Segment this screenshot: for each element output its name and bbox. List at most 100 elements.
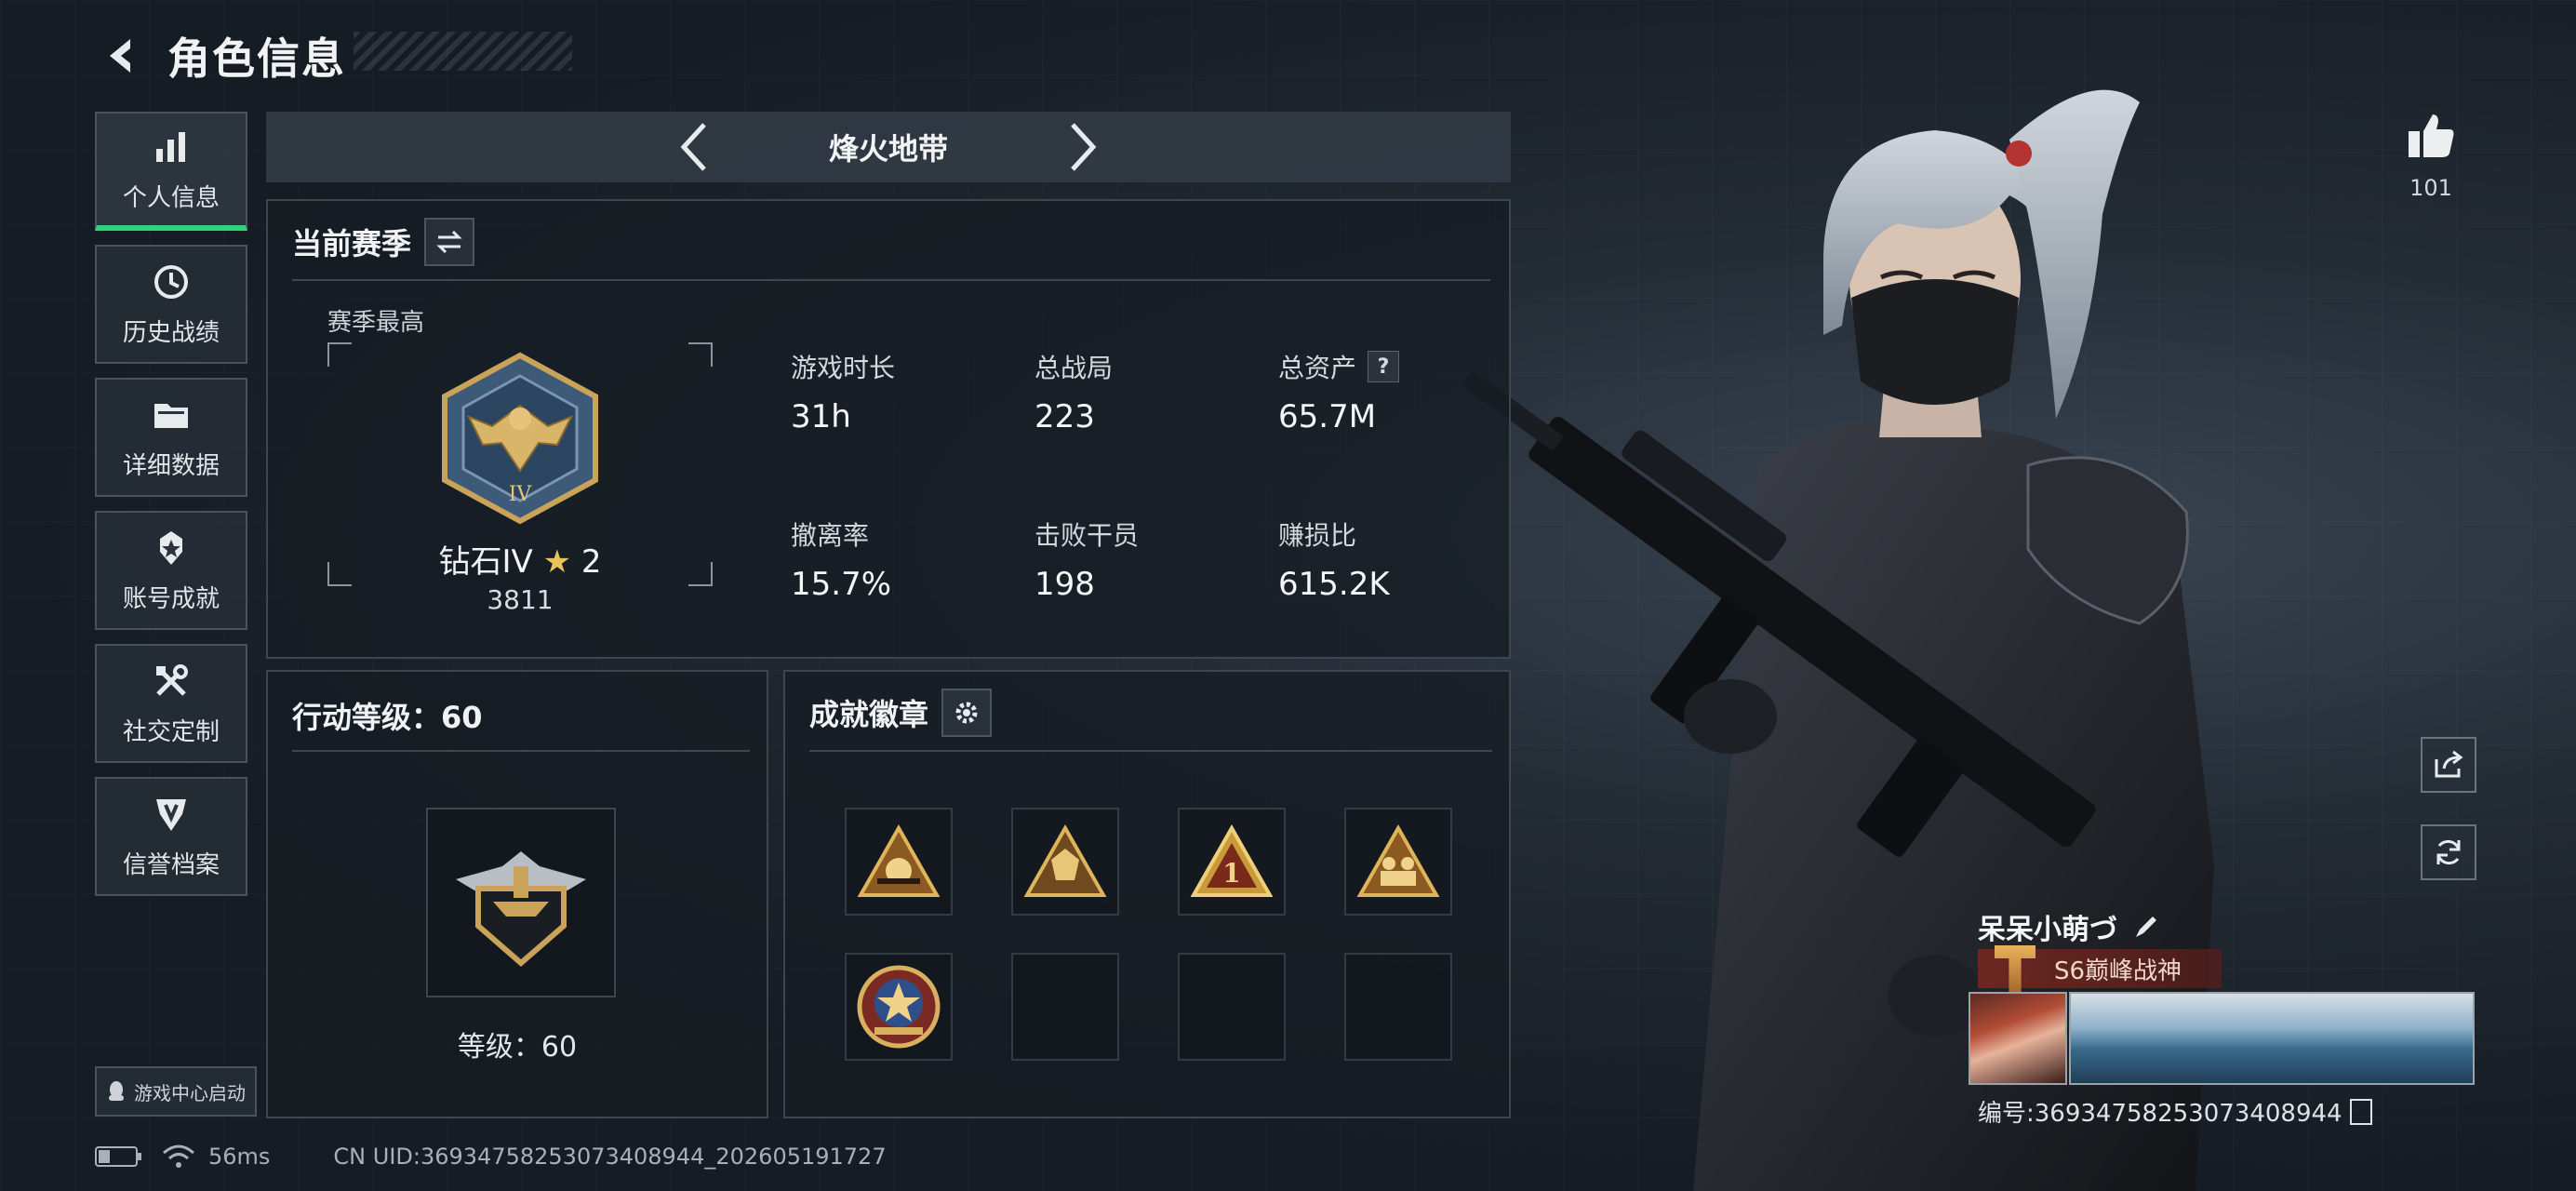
stat-label: 击败干员 <box>1034 520 1140 551</box>
avatar[interactable] <box>1969 992 2067 1085</box>
share-button[interactable] <box>2421 737 2476 793</box>
achievement-header-label: 成就徽章 <box>809 697 929 732</box>
triangle-badge-emblem-icon <box>1023 823 1107 897</box>
namecard-banner[interactable] <box>2069 992 2475 1085</box>
stat-extraction-rate: 撤离率 15.7% <box>791 515 1014 603</box>
bar-chart-icon <box>156 131 185 162</box>
player-title: S6巅峰战神 <box>2054 957 2182 985</box>
action-level-header: 行动等级：60 <box>292 700 483 735</box>
season-peak-label: 赛季最高 <box>327 309 425 337</box>
stat-value: 31h <box>791 398 851 435</box>
stat-label-row: 总资产 ? <box>1278 348 1502 385</box>
chevron-right-icon <box>1071 123 1097 171</box>
copy-icon[interactable] <box>2349 1098 2372 1125</box>
stat-value: 65.7M <box>1278 398 1377 435</box>
badge-slot-empty[interactable] <box>1344 953 1452 1061</box>
uid-text: CN UID:36934758253073408944_202605191727 <box>333 1144 887 1170</box>
player-id-row: 编号:36934758253073408944 <box>1978 1094 2372 1129</box>
prev-mode-button[interactable] <box>669 121 721 173</box>
swap-icon <box>436 230 462 254</box>
action-level-panel: 行动等级：60 等级：60 <box>266 670 768 1118</box>
stat-label: 赚损比 <box>1278 520 1357 551</box>
battery-icon <box>95 1146 141 1167</box>
badge-slot[interactable] <box>845 953 953 1061</box>
sidebar-item-personal-info[interactable]: 个人信息 <box>95 112 247 231</box>
triangle-badge-squad-icon <box>1356 823 1440 897</box>
badge-slot[interactable] <box>1011 808 1119 916</box>
sidebar-item-label: 信誉档案 <box>122 850 220 879</box>
stat-value: 198 <box>1034 566 1095 603</box>
badge-slot[interactable] <box>845 808 953 916</box>
rank-numeral: IV <box>509 483 533 506</box>
rank-stars: 2 <box>581 543 602 581</box>
badge-slot[interactable] <box>1344 808 1452 916</box>
triangle-badge-number-one-icon: 1 <box>1190 823 1274 897</box>
thumbs-up-icon <box>2409 114 2454 157</box>
help-button[interactable]: ? <box>1368 351 1400 382</box>
sidebar-item-label: 历史战绩 <box>122 318 220 347</box>
game-center-label: 游戏中心启动 <box>134 1081 246 1104</box>
header: 角色信息 <box>93 20 346 91</box>
season-panel: 当前赛季 赛季最高 IV 钻石IV ★ 2 3811 游戏时长 31h 总战局 … <box>266 199 1511 659</box>
rank-name: 钻石IV ★ 2 <box>327 536 713 582</box>
shield-icon <box>156 798 186 831</box>
rank-score: 3811 <box>487 584 554 615</box>
stat-total-matches: 总战局 223 <box>1034 348 1258 435</box>
folder-icon <box>154 403 188 428</box>
sidebar-item-label: 详细数据 <box>122 451 220 480</box>
sidebar-item-history[interactable]: 历史战绩 <box>95 245 247 364</box>
gear-icon <box>955 702 978 724</box>
mode-selector: 烽火地带 <box>266 112 1511 182</box>
badge-slot-empty[interactable] <box>1011 953 1119 1061</box>
sidebar-item-label: 个人信息 <box>122 183 220 212</box>
sidebar-item-credit[interactable]: 信誉档案 <box>95 777 247 896</box>
stat-value: 223 <box>1034 398 1095 435</box>
sidebar-item-label: 社交定制 <box>122 717 220 746</box>
sidebar: 个人信息 历史战绩 详细数据 账号成就 社交定制 信誉档案 <box>95 112 247 910</box>
refresh-icon <box>2436 839 2461 865</box>
badge-settings-button[interactable] <box>941 689 993 737</box>
stat-label: 总资产 <box>1278 353 1357 383</box>
refresh-button[interactable] <box>2421 824 2476 880</box>
stat-value: 15.7% <box>791 566 892 603</box>
edit-pencil-icon[interactable] <box>2132 913 2160 941</box>
sidebar-item-social[interactable]: 社交定制 <box>95 644 247 763</box>
stat-operators-defeated: 击败干员 198 <box>1034 515 1258 603</box>
badge-slot[interactable]: 1 <box>1178 808 1286 916</box>
level-caption: 等级：60 <box>457 1031 578 1064</box>
achievement-panel: 成就徽章 1 <box>783 670 1511 1118</box>
player-name: 呆呆小萌づ <box>1978 914 2117 946</box>
switch-season-button[interactable] <box>424 218 475 266</box>
divider <box>292 279 1490 281</box>
like-count: 101 <box>2409 175 2452 201</box>
achievement-header: 成就徽章 <box>809 689 993 737</box>
share-icon <box>2435 750 2463 778</box>
like-button[interactable] <box>2398 102 2463 167</box>
sidebar-item-detailed-data[interactable]: 详细数据 <box>95 378 247 497</box>
season-header: 当前赛季 <box>292 218 475 266</box>
stat-label: 撤离率 <box>791 520 870 551</box>
stat-label: 总战局 <box>1034 353 1114 383</box>
back-button[interactable] <box>93 28 149 84</box>
badge-slot-empty[interactable] <box>1178 953 1286 1061</box>
player-title-badge[interactable]: S6巅峰战神 <box>1978 945 2222 992</box>
title-decoration <box>354 32 572 71</box>
stat-total-assets: 总资产 ? 65.7M <box>1278 348 1502 435</box>
game-center-launch-button[interactable]: 游戏中心启动 <box>95 1066 257 1117</box>
season-header-label: 当前赛季 <box>292 226 412 261</box>
round-star-badge-icon <box>857 965 941 1049</box>
ping-value: 56ms <box>208 1144 271 1170</box>
rank-name-text: 钻石IV <box>438 543 533 581</box>
stat-label: 游戏时长 <box>791 353 896 383</box>
divider <box>292 750 750 752</box>
player-name-row: 呆呆小萌づ <box>1978 906 2160 947</box>
divider <box>809 750 1492 752</box>
level-emblem-frame <box>426 808 616 997</box>
level-emblem-icon <box>456 851 586 967</box>
next-mode-button[interactable] <box>1056 121 1108 173</box>
sidebar-item-achievements[interactable]: 账号成就 <box>95 511 247 630</box>
diamond-rank-emblem-icon: IV <box>442 352 598 525</box>
stat-profit-loss: 赚损比 615.2K <box>1278 515 1502 603</box>
title-t-icon <box>1995 945 2035 992</box>
stat-value: 615.2K <box>1278 566 1390 603</box>
